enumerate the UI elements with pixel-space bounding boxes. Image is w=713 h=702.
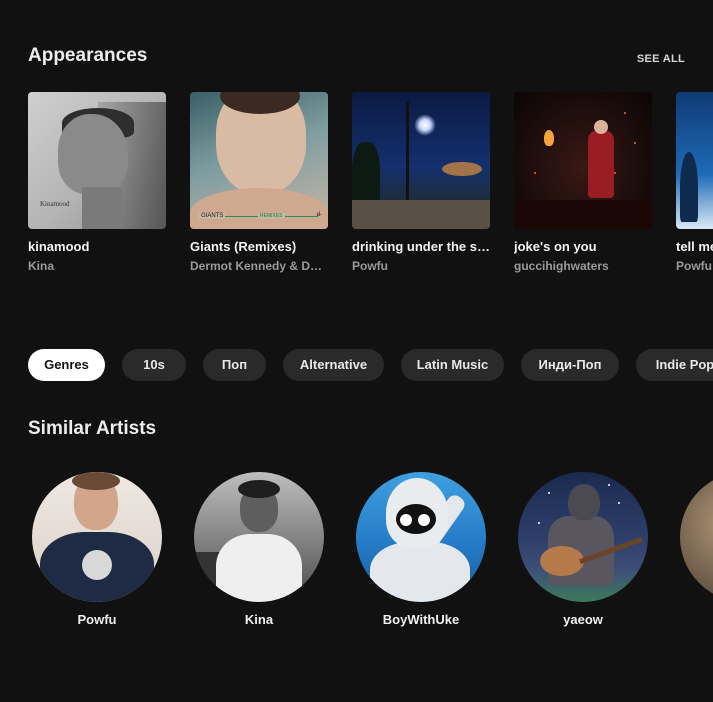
album-artist[interactable]: Powfu [352, 259, 490, 273]
artist-name[interactable]: Powfu [32, 612, 162, 627]
album-card[interactable]: joke's on you guccihighwaters [514, 92, 652, 273]
album-artist[interactable]: Dermot Kennedy & David Guetta [190, 259, 328, 273]
album-card[interactable]: tell me Powfu [676, 92, 713, 273]
artist-card[interactable]: BoyWithUke [356, 472, 486, 627]
similar-artists-carousel: Powfu Kina BoyWithUke yaeow [32, 472, 713, 627]
album-card[interactable]: GIANTS REMIXES d̶ Giants (Remixes) Dermo… [190, 92, 328, 273]
artist-avatar[interactable] [680, 472, 713, 602]
chip-latin-music[interactable]: Latin Music [401, 349, 504, 381]
album-cover[interactable] [352, 92, 490, 229]
artist-card[interactable]: Kina [194, 472, 324, 627]
chip-indie-pop-ru[interactable]: Инди-Поп [521, 349, 619, 381]
album-title[interactable]: joke's on you [514, 239, 652, 254]
album-card[interactable]: Kinamood kinamood Kina [28, 92, 166, 273]
album-artist[interactable]: guccihighwaters [514, 259, 652, 273]
artist-card[interactable] [680, 472, 713, 627]
artist-card[interactable]: Powfu [32, 472, 162, 627]
album-artist[interactable]: Kina [28, 259, 166, 273]
album-artist[interactable]: Powfu [676, 259, 713, 273]
album-title[interactable]: drinking under the streetlight [352, 239, 490, 254]
album-cover[interactable] [676, 92, 713, 229]
album-title[interactable]: tell me [676, 239, 713, 254]
appearances-title: Appearances [28, 45, 148, 66]
cover-text: Kinamood [40, 200, 70, 208]
cover-text: REMIXES [258, 213, 285, 219]
album-title[interactable]: Giants (Remixes) [190, 239, 328, 254]
artist-name[interactable]: Kina [194, 612, 324, 627]
album-card[interactable]: drinking under the streetlight Powfu [352, 92, 490, 273]
artist-avatar[interactable] [194, 472, 324, 602]
chip-indie-pop[interactable]: Indie Pop [636, 349, 713, 381]
similar-artists-title: Similar Artists [28, 418, 157, 439]
chip-alternative[interactable]: Alternative [283, 349, 384, 381]
chip-genres[interactable]: Genres [28, 349, 105, 381]
cover-logo: d̶ [316, 212, 320, 218]
see-all-link[interactable]: SEE ALL [637, 53, 685, 65]
album-cover[interactable]: Kinamood [28, 92, 166, 229]
artist-avatar[interactable] [518, 472, 648, 602]
artist-page: Appearances SEE ALL Kinamood kinamood Ki… [0, 0, 713, 702]
cover-text: GIANTS [199, 213, 226, 219]
artist-name[interactable]: BoyWithUke [356, 612, 486, 627]
artist-avatar[interactable] [32, 472, 162, 602]
album-cover[interactable]: GIANTS REMIXES d̶ [190, 92, 328, 229]
appearances-carousel: Kinamood kinamood Kina GIANTS REMIXES d̶… [28, 92, 713, 273]
artist-card[interactable]: yaeow [518, 472, 648, 627]
album-title[interactable]: kinamood [28, 239, 166, 254]
artist-name[interactable]: yaeow [518, 612, 648, 627]
artist-avatar[interactable] [356, 472, 486, 602]
chip-pop[interactable]: Поп [203, 349, 266, 381]
album-cover[interactable] [514, 92, 652, 229]
genre-chips: Genres 10s Поп Alternative Latin Music И… [28, 349, 713, 381]
chip-10s[interactable]: 10s [122, 349, 186, 381]
